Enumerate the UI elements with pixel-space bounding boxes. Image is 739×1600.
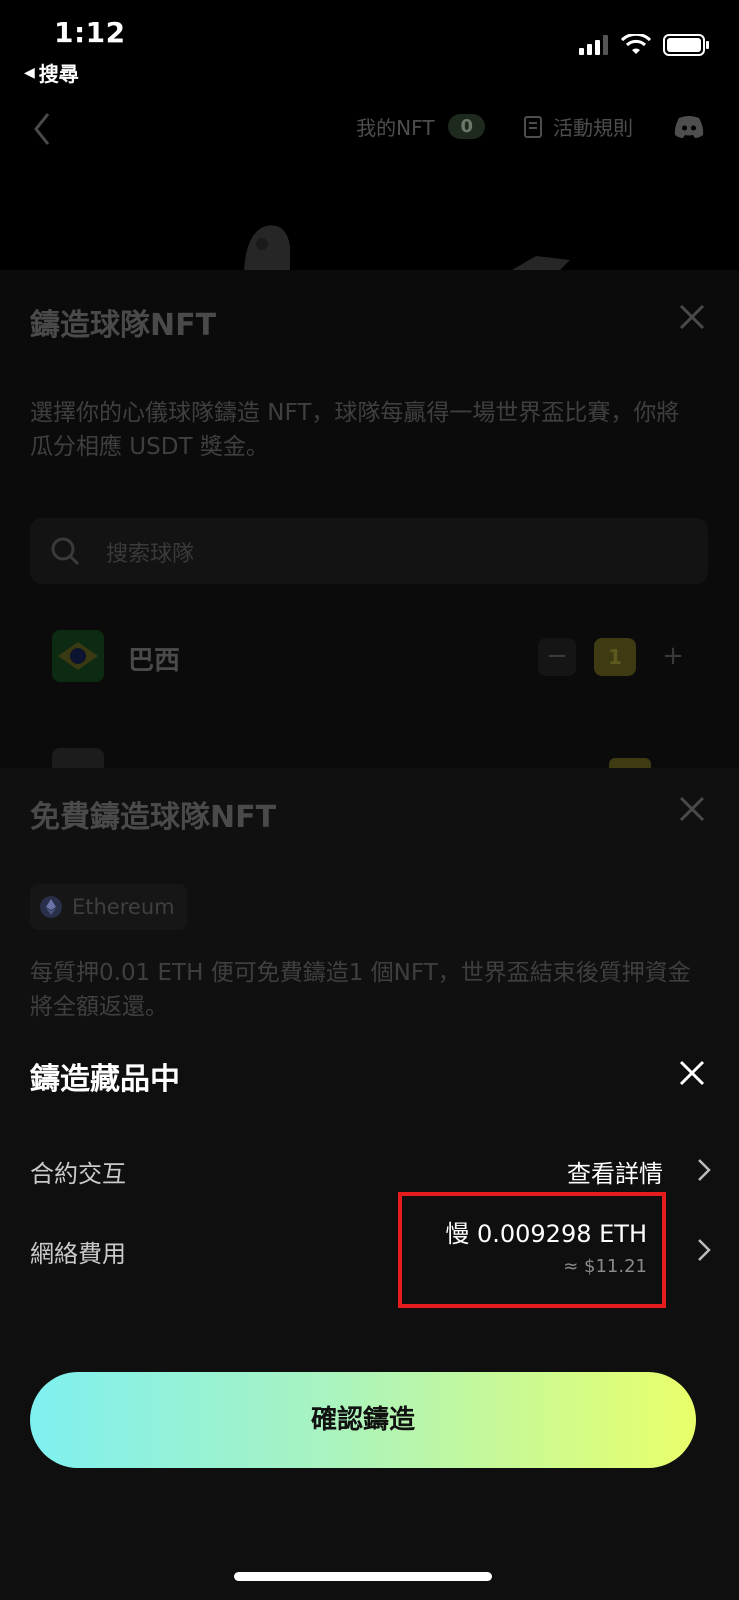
nav-actions: 我的NFT 0 活動規則: [356, 112, 705, 141]
home-indicator: [234, 1572, 492, 1581]
back-triangle-icon: ◀: [24, 64, 35, 81]
free-mint-sheet: 免費鑄造球隊NFT Ethereum 每質押0.01 ETH 便可免費鑄造1 個…: [0, 768, 739, 1068]
network-chip: Ethereum: [30, 884, 187, 930]
chevron-right-icon[interactable]: [697, 1238, 711, 1262]
cellular-signal-icon: [579, 35, 608, 55]
team-name: 巴西: [128, 646, 181, 676]
fee-highlight-box: [398, 1192, 666, 1308]
hero-artwork: [244, 225, 570, 272]
close-icon[interactable]: [679, 796, 705, 822]
rules-link[interactable]: 活動規則: [523, 112, 633, 141]
ethereum-icon: [40, 896, 62, 918]
back-to-search-link[interactable]: ◀ 搜尋: [24, 58, 79, 87]
chevron-right-icon[interactable]: [697, 1158, 711, 1182]
document-icon: [524, 115, 542, 138]
my-nft-count-badge: 0: [448, 114, 485, 139]
close-icon[interactable]: [679, 304, 705, 330]
mint-team-sheet: 鑄造球隊NFT 選擇你的心儀球隊鑄造 NFT，球隊每贏得一場世界盃比賽，你將瓜分…: [0, 270, 739, 770]
my-nft-link[interactable]: 我的NFT 0: [356, 112, 485, 141]
free-mint-title: 免費鑄造球隊NFT: [30, 800, 277, 835]
battery-icon: [663, 34, 709, 56]
quantity-value[interactable]: 1: [594, 638, 636, 676]
wifi-icon: [621, 34, 651, 54]
discord-icon[interactable]: [673, 115, 705, 139]
confirm-mint-button[interactable]: 確認鑄造: [30, 1372, 696, 1468]
status-icons: [579, 34, 709, 56]
quantity-stepper: − 1 +: [538, 638, 692, 676]
minting-sheet: 鑄造藏品中: [0, 1026, 739, 1600]
contract-interaction-label: 合約交互: [30, 1160, 126, 1188]
team-row-brazil: 巴西 − 1 +: [52, 630, 692, 684]
view-details-link[interactable]: 查看詳情: [567, 1154, 663, 1189]
search-icon: [51, 537, 80, 566]
team-search-input[interactable]: 搜索球隊: [30, 518, 708, 584]
network-label: Ethereum: [72, 895, 175, 919]
decrease-button[interactable]: −: [538, 638, 576, 676]
brazil-flag-icon: [52, 630, 104, 682]
next-team-row-peek: [52, 748, 104, 770]
search-placeholder: 搜索球隊: [106, 542, 195, 567]
status-time: 1:12: [54, 16, 126, 49]
minting-title: 鑄造藏品中: [30, 1062, 180, 1097]
free-mint-description: 每質押0.01 ETH 便可免費鑄造1 個NFT，世界盃結束後質押資金將全額返還…: [30, 960, 691, 1020]
back-arrow-icon[interactable]: [32, 112, 52, 146]
mint-team-description: 選擇你的心儀球隊鑄造 NFT，球隊每贏得一場世界盃比賽，你將瓜分相應 USDT …: [30, 400, 680, 460]
mint-team-title: 鑄造球隊NFT: [30, 308, 217, 343]
close-icon[interactable]: [679, 1060, 705, 1086]
increase-button[interactable]: +: [654, 638, 692, 676]
rules-label: 活動規則: [553, 116, 633, 140]
network-fee-label: 網絡費用: [30, 1240, 126, 1268]
back-app-label: 搜尋: [38, 62, 79, 86]
my-nft-label: 我的NFT: [356, 116, 435, 140]
